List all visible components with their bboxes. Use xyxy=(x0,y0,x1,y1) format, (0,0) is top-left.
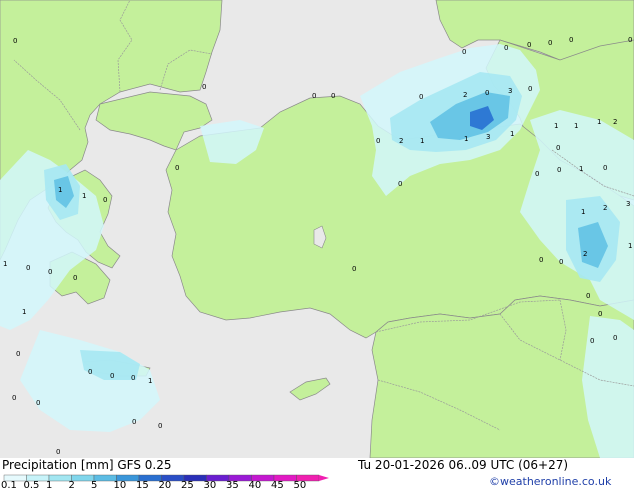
precip-value-label: 1 xyxy=(579,165,583,173)
precip-value-label: 1 xyxy=(581,208,585,216)
precip-value-label: 1 xyxy=(420,137,424,145)
precip-value-label: 1 xyxy=(3,260,7,268)
precip-value-label: 0 xyxy=(12,394,16,402)
precip-value-label: 1 xyxy=(82,192,86,200)
precip-value-label: 0 xyxy=(158,422,162,430)
precip-value-label: 0 xyxy=(103,196,107,204)
precip-value-label: 0 xyxy=(613,334,617,342)
precip-value-label: 3 xyxy=(486,133,490,141)
precip-value-label: 0 xyxy=(419,93,423,101)
chart-title: Precipitation [mm] GFS 0.25 xyxy=(2,458,172,472)
precip-value-label: 2 xyxy=(463,91,467,99)
precip-value-label: 0 xyxy=(628,36,632,44)
forecast-datetime: Tu 20-01-2026 06..09 UTC (06+27) xyxy=(358,458,569,472)
precip-value-label: 0 xyxy=(586,292,590,300)
precip-value-label: 0 xyxy=(202,83,206,91)
precip-value-label: 1 xyxy=(464,135,468,143)
precip-value-label: 0 xyxy=(13,37,17,45)
precip-value-label: 0 xyxy=(110,372,114,380)
precip-value-label: 3 xyxy=(626,200,630,208)
precip-value-label: 0 xyxy=(539,256,543,264)
precip-value-label: 0 xyxy=(398,180,402,188)
precip-value-label: 0 xyxy=(569,36,573,44)
precip-value-label: 1 xyxy=(554,122,558,130)
precip-value-label: 1 xyxy=(574,122,578,130)
precip-value-label: 0 xyxy=(376,137,380,145)
precip-value-label: 0 xyxy=(548,39,552,47)
precip-value-label: 0 xyxy=(527,41,531,49)
precip-value-label: 2 xyxy=(613,118,617,126)
scale-arrow xyxy=(319,475,329,481)
precip-value-label: 0 xyxy=(485,89,489,97)
precip-value-label: 0 xyxy=(56,448,60,456)
precip-value-label: 1 xyxy=(597,118,601,126)
precip-value-label: 0 xyxy=(88,368,92,376)
precip-value-label: 1 xyxy=(58,186,62,194)
precip-value-label: 3 xyxy=(508,87,512,95)
precip-value-label: 0 xyxy=(557,166,561,174)
precip-value-label: 2 xyxy=(399,137,403,145)
map-area: 0 0 0 0 0 0 0 0 0 0 2 0 3 0 1 1 1 2 2 1 1 3 1 0 0 0 0 1 0 0 1 2 3 1 1 0 2 0 0 1… xyxy=(0,0,634,458)
precip-value-label: 0 xyxy=(590,337,594,345)
precip-value-label: 0 xyxy=(48,268,52,276)
precip-value-label: 0 xyxy=(559,258,563,266)
precip-value-label: 0 xyxy=(73,274,77,282)
precip-value-label: 2 xyxy=(603,204,607,212)
precip-value-label: 1 xyxy=(510,130,514,138)
precip-value-label: 1 xyxy=(628,242,632,250)
precip-value-label: 0 xyxy=(598,310,602,318)
precip-value-label: 0 xyxy=(132,418,136,426)
map-canvas: 0 0 0 0 0 0 0 0 0 0 2 0 3 0 1 1 1 2 2 1 1 3 1 0 0 0 0 1 0 0 1 2 3 1 1 0 2 0 0 1… xyxy=(0,0,634,458)
precip-value-label: 0 xyxy=(26,264,30,272)
precip-value-label: 0 xyxy=(131,374,135,382)
precip-value-label: 0 xyxy=(603,164,607,172)
precip-value-label: 1 xyxy=(148,377,152,385)
credit-link[interactable]: ©weatheronline.co.uk xyxy=(489,475,611,489)
precip-value-label: 0 xyxy=(352,265,356,273)
precip-value-label: 0 xyxy=(504,44,508,52)
precip-value-label: 0 xyxy=(175,164,179,172)
precip-value-label: 0 xyxy=(16,350,20,358)
precip-value-label: 0 xyxy=(331,92,335,100)
precip-value-label: 0 xyxy=(36,399,40,407)
precip-value-label: 0 xyxy=(528,85,532,93)
precip-value-label: 0 xyxy=(556,144,560,152)
precip-value-label: 1 xyxy=(22,308,26,316)
precip-value-label: 0 xyxy=(462,48,466,56)
precip-value-label: 2 xyxy=(583,250,587,258)
precip-value-label: 0 xyxy=(535,170,539,178)
precip-value-label: 0 xyxy=(312,92,316,100)
